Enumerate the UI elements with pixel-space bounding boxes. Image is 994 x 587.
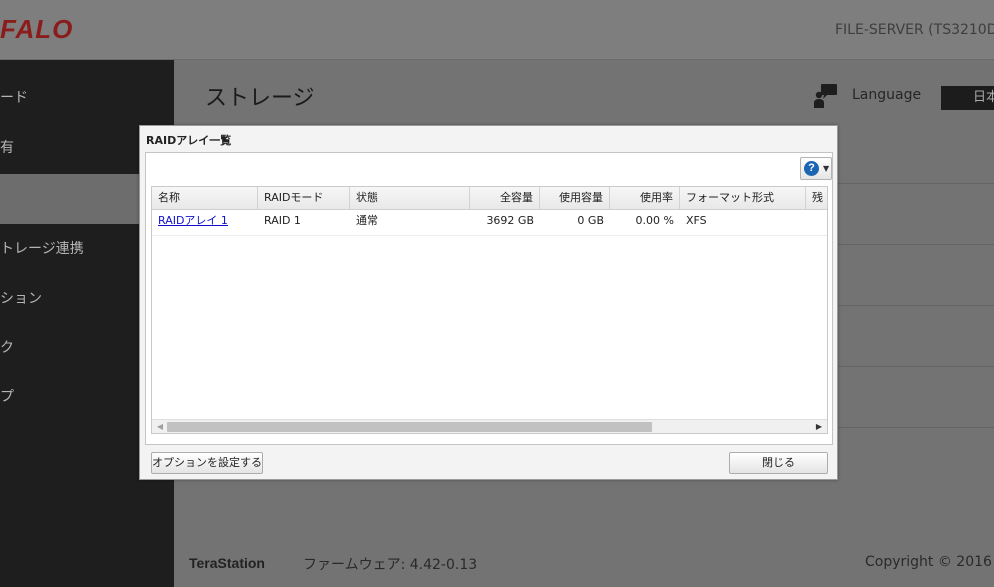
dialog-panel: ? ▼ 名称 RAIDモード 状態 全容量 使用容量 使用率 フォーマット形式 …	[145, 152, 833, 445]
divider	[838, 244, 994, 245]
column-header-total-capacity[interactable]: 全容量	[470, 187, 540, 209]
copyright: Copyright © 2016	[865, 554, 992, 570]
sidebar-item-label: ション	[0, 291, 42, 307]
language-label: Language	[852, 87, 922, 103]
column-header-status[interactable]: 状態	[350, 187, 470, 209]
raid-array-link[interactable]: RAIDアレイ 1	[158, 214, 228, 227]
divider	[838, 366, 994, 367]
page-title: ストレージ	[205, 86, 315, 111]
footer-brand: TeraStation	[189, 555, 265, 571]
column-header-usage-rate[interactable]: 使用率	[610, 187, 680, 209]
column-header-name[interactable]: 名称	[152, 187, 258, 209]
cell-raid-mode: RAID 1	[264, 214, 301, 227]
sidebar-item-0[interactable]: ード	[0, 73, 174, 123]
help-button[interactable]: ? ▼	[800, 157, 832, 180]
column-header-remaining[interactable]: 残	[806, 187, 827, 209]
cell-format: XFS	[686, 214, 707, 227]
divider	[838, 427, 994, 428]
sidebar-item-label: ード	[0, 90, 28, 106]
cell-usage-rate: 0.00 %	[635, 214, 674, 227]
top-header: FALO FILE-SERVER (TS3210D	[0, 0, 994, 60]
caret-down-icon: ▼	[823, 164, 830, 173]
brand-logo: FALO	[0, 14, 74, 44]
raid-array-table: 名称 RAIDモード 状態 全容量 使用容量 使用率 フォーマット形式 残 RA…	[151, 186, 828, 434]
sidebar-item-label: ク	[0, 340, 14, 356]
scroll-left-icon[interactable]: ◀	[154, 420, 166, 433]
cell-status: 通常	[356, 214, 378, 227]
table-row[interactable]: RAIDアレイ 1 RAID 1 通常 3692 GB 0 GB 0.00 % …	[152, 210, 827, 236]
sidebar-item-label: プ	[0, 389, 14, 405]
column-header-format[interactable]: フォーマット形式	[680, 187, 806, 209]
column-header-raid-mode[interactable]: RAIDモード	[258, 187, 350, 209]
horizontal-scrollbar[interactable]: ◀ ▶	[152, 419, 827, 433]
table-header: 名称 RAIDモード 状態 全容量 使用容量 使用率 フォーマット形式 残	[152, 187, 827, 210]
cell-total-capacity: 3692 GB	[486, 214, 534, 227]
help-icon: ?	[804, 161, 819, 176]
sidebar-item-label: トレージ連携	[0, 241, 84, 257]
divider	[838, 305, 994, 306]
language-select[interactable]: 日本	[941, 86, 994, 110]
firmware-version: ファームウェア: 4.42-0.13	[303, 557, 478, 573]
cell-name: RAIDアレイ 1	[152, 210, 258, 235]
column-header-used-capacity[interactable]: 使用容量	[540, 187, 610, 209]
divider	[838, 183, 994, 184]
raid-array-list-dialog: RAIDアレイ一覧 ? ▼ 名称 RAIDモード 状態 全容量 使用容量 使用率…	[139, 125, 838, 480]
server-name: FILE-SERVER (TS3210D	[835, 22, 994, 38]
set-options-button[interactable]: オプションを設定する	[151, 452, 263, 474]
cell-remaining	[806, 210, 827, 235]
cell-used-capacity: 0 GB	[577, 214, 604, 227]
close-button[interactable]: 閉じる	[729, 452, 828, 474]
dialog-title: RAIDアレイ一覧	[146, 134, 232, 147]
sidebar-item-label: 有	[0, 140, 14, 156]
scroll-right-icon[interactable]: ▶	[813, 420, 825, 433]
language-chat-icon[interactable]	[812, 83, 838, 109]
scrollbar-thumb[interactable]	[167, 422, 652, 432]
